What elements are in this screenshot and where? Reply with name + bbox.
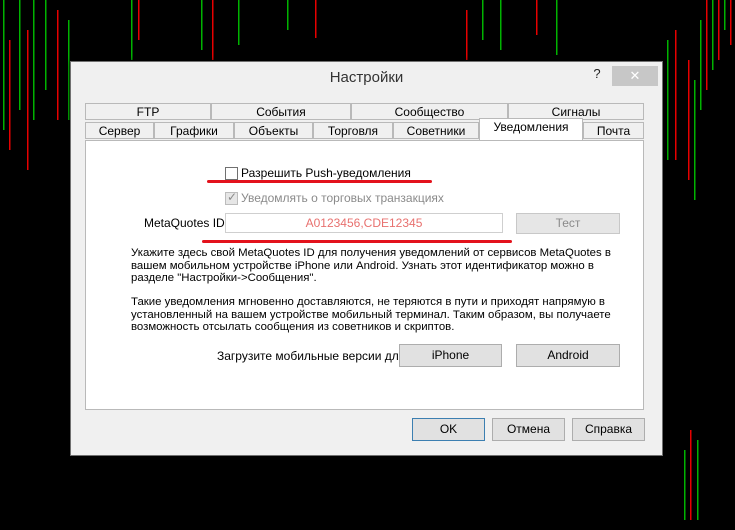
candle-mark bbox=[690, 430, 692, 520]
candle-mark bbox=[238, 0, 240, 45]
trade-notify-checkbox[interactable] bbox=[225, 190, 238, 205]
candle-mark bbox=[724, 0, 726, 30]
highlight-underline bbox=[202, 240, 512, 243]
tab-ftp[interactable]: FTP bbox=[85, 103, 211, 120]
download-label: Загрузите мобильные версии для: bbox=[217, 349, 409, 363]
candle-mark bbox=[700, 20, 702, 110]
candle-mark bbox=[19, 0, 21, 110]
candle-mark bbox=[718, 0, 720, 60]
candle-mark bbox=[212, 0, 214, 60]
ok-button[interactable]: OK bbox=[412, 418, 485, 441]
candle-mark bbox=[500, 0, 502, 50]
candle-mark bbox=[684, 450, 686, 520]
candle-mark bbox=[33, 0, 35, 120]
tab-events[interactable]: События bbox=[211, 103, 351, 120]
candle-mark bbox=[3, 0, 5, 130]
candle-mark bbox=[712, 0, 714, 70]
candle-mark bbox=[201, 0, 203, 50]
candle-mark bbox=[675, 30, 677, 160]
candle-mark bbox=[315, 0, 317, 38]
candle-mark bbox=[466, 10, 468, 60]
candle-mark bbox=[536, 0, 538, 35]
tab-charts[interactable]: Графики bbox=[154, 122, 234, 139]
candle-mark bbox=[27, 30, 29, 170]
candle-mark bbox=[138, 0, 140, 40]
iphone-button[interactable]: iPhone bbox=[399, 344, 502, 367]
tab-trade[interactable]: Торговля bbox=[313, 122, 393, 139]
settings-dialog: Настройки ? ✕ FTP События Сообщество Сиг… bbox=[70, 61, 663, 456]
help-icon[interactable]: ? bbox=[590, 67, 604, 81]
cancel-button[interactable]: Отмена bbox=[492, 418, 565, 441]
candle-mark bbox=[556, 0, 558, 55]
candle-mark bbox=[697, 440, 699, 520]
enable-push-checkbox[interactable] bbox=[225, 167, 238, 180]
candle-mark bbox=[9, 40, 11, 150]
candle-mark bbox=[287, 0, 289, 30]
help-button[interactable]: Справка bbox=[572, 418, 645, 441]
info-text-id: Укажите здесь свой MetaQuotes ID для пол… bbox=[131, 247, 611, 284]
candle-mark bbox=[45, 0, 47, 90]
android-button[interactable]: Android bbox=[516, 344, 620, 367]
tab-email[interactable]: Почта bbox=[583, 122, 644, 139]
candle-mark bbox=[706, 0, 708, 90]
metaquotes-id-input[interactable]: A0123456,CDE12345 bbox=[225, 213, 503, 233]
tab-experts[interactable]: Советники bbox=[393, 122, 479, 139]
candle-mark bbox=[688, 60, 690, 180]
dialog-title: Настройки bbox=[329, 69, 404, 86]
candle-mark bbox=[482, 0, 484, 40]
test-button[interactable]: Тест bbox=[516, 213, 620, 234]
candle-mark bbox=[667, 40, 669, 160]
close-button[interactable]: ✕ bbox=[612, 66, 658, 86]
candle-mark bbox=[730, 0, 732, 45]
info-text-delivery: Такие уведомления мгновенно доставляются… bbox=[131, 296, 611, 333]
highlight-underline bbox=[207, 180, 432, 183]
title-bar: Настройки ? ✕ bbox=[71, 62, 662, 92]
notifications-panel: Разрешить Push-уведомления Уведомлять о … bbox=[85, 140, 644, 410]
trade-notify-label: Уведомлять о торговых транзакциях bbox=[241, 191, 444, 205]
candle-mark bbox=[694, 80, 696, 200]
tab-objects[interactable]: Объекты bbox=[234, 122, 313, 139]
enable-push-label: Разрешить Push-уведомления bbox=[241, 166, 411, 180]
candle-mark bbox=[57, 10, 59, 120]
candle-mark bbox=[131, 0, 133, 60]
metaquotes-id-label: MetaQuotes ID: bbox=[144, 216, 229, 230]
tab-server[interactable]: Сервер bbox=[85, 122, 154, 139]
tab-notifications[interactable]: Уведомления bbox=[479, 118, 583, 140]
